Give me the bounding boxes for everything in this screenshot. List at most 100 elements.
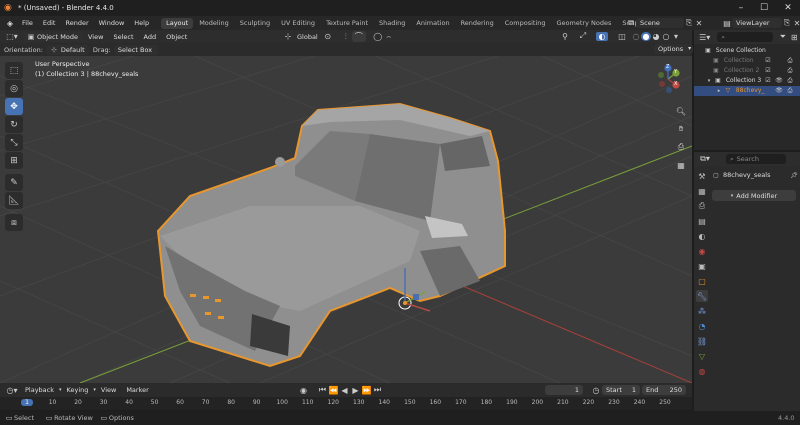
close-window-button[interactable]: ✕ [781,2,795,14]
timeline-editor-type-icon[interactable]: ◷▾ [4,386,20,395]
collection-tab-icon[interactable]: ▣ [696,260,708,272]
select-box-tool-icon[interactable]: ⬚ [5,62,23,79]
3d-viewport[interactable]: User Perspective (1) Collection 3 | 88ch… [0,56,692,383]
snap-icon[interactable]: ⫶ [340,32,352,42]
overlay-toggle-icon[interactable]: ◐ [596,31,608,41]
exclude-checkbox-icon[interactable]: ☑ [764,56,772,66]
world-tab-icon[interactable]: ◉ [696,245,708,257]
material-tab-icon[interactable]: ◍ [696,365,708,377]
tab-layout[interactable]: Layout [161,17,194,29]
add-cube-tool-icon[interactable]: ⧈ [5,214,23,231]
tab-texture-paint[interactable]: Texture Paint [321,18,373,29]
exclude-checkbox-icon[interactable]: ☑ [764,76,772,86]
visibility-eye-icon[interactable]: 👁︎ [775,86,783,96]
mode-dropdown[interactable]: ▣ Object Mode [23,31,83,42]
menu-help[interactable]: Help [129,16,154,30]
scene-selector[interactable]: ⧉ Scene ⎘ ✕ [626,18,704,28]
tool-tab-icon[interactable]: ⚒ [696,170,708,182]
expand-chevron-icon[interactable]: ▾ [706,76,712,86]
play-icon[interactable]: ▶ [350,386,361,395]
preview-range-icon[interactable]: ◷ [591,386,601,395]
outliner-item-collection-2[interactable]: ▣ Collection 2 ☑ ⎙ [694,66,800,76]
outliner-filter-icon[interactable]: ⏷ [777,32,788,42]
autokey-icon[interactable]: ◉ [298,386,309,395]
viewport-menu-view[interactable]: View [83,30,108,44]
render-camera-icon[interactable]: ⎙ [786,76,794,86]
next-keyframe-icon[interactable]: ⏩ [361,386,372,395]
end-frame-field[interactable]: End 250 [642,385,686,395]
cursor-tool-icon[interactable]: ◎ [5,80,23,97]
new-collection-icon[interactable]: ⊞ [789,33,800,42]
menu-render[interactable]: Render [60,16,93,30]
snap-target-icon[interactable]: ⌒ [351,31,366,42]
falloff-icon[interactable]: ⌢ [384,32,394,42]
start-frame-field[interactable]: Start 1 [602,385,640,395]
jump-end-icon[interactable]: ⏭ [372,385,383,395]
frame-ruler[interactable]: 1 10 20 30 40 50 60 70 80 90 100 110 120 130 140 150 160… [0,397,692,410]
outliner-item-collection-3[interactable]: ▾ ▣ Collection 3 ☑ 👁︎ ⎙ [694,76,800,86]
timeline-menu-playback[interactable]: Playback [20,383,59,397]
transform-tool-icon[interactable]: ⊞ [5,152,23,169]
render-camera-icon[interactable]: ⎙ [786,56,794,66]
play-reverse-icon[interactable]: ◀ [339,386,350,395]
render-camera-icon[interactable]: ⎙ [786,86,794,96]
scene-delete-icon[interactable]: ✕ [694,19,704,28]
object-tab-icon[interactable]: ▢ [696,275,708,287]
viewport-menu-object[interactable]: Object [161,30,192,44]
object-visibility-icon[interactable]: ⚲ [558,32,572,41]
pan-hand-icon[interactable]: ✋︎ [674,122,688,136]
orientation-dropdown[interactable]: ⊹ Default [45,44,89,55]
constraints-tab-icon[interactable]: ⛓︎ [696,335,708,347]
outliner-item-collection[interactable]: ▣ Collection ☑ ⎙ [694,56,800,66]
outliner-editor-type-icon[interactable]: ☰▾ [698,33,711,42]
render-camera-icon[interactable]: ⎙ [786,66,794,76]
blender-menu-icon[interactable]: ◈ [3,19,17,28]
visibility-eye-icon[interactable]: 👁︎ [775,76,783,86]
modifier-tab-icon[interactable]: 🔧︎ [696,290,708,302]
zoom-icon[interactable]: 🔍︎ [674,104,688,118]
minimize-button[interactable]: – [734,2,748,14]
collapse-chevron-icon[interactable]: ▸ [716,86,722,96]
tab-modeling[interactable]: Modeling [194,18,234,29]
maximize-button[interactable]: ☐ [757,2,771,14]
scene-name-field[interactable]: Scene [636,18,684,28]
outliner-search-field[interactable]: ⌕ [717,32,774,42]
viewport-menu-add[interactable]: Add [139,30,162,44]
pivot-icon[interactable]: ⊙ [322,32,334,41]
viewlayer-name-field[interactable]: ViewLayer [732,18,782,28]
annotate-tool-icon[interactable]: ✎ [5,174,23,191]
menu-window[interactable]: Window [94,16,130,30]
timeline-menu-keying[interactable]: Keying [62,383,94,397]
proportional-edit-icon[interactable]: ◯ [372,32,384,41]
exclude-checkbox-icon[interactable]: ☑ [764,66,772,76]
navigation-gizmo[interactable]: X Y Z [653,64,683,94]
tab-rendering[interactable]: Rendering [456,18,499,29]
tab-animation[interactable]: Animation [411,18,454,29]
move-tool-icon[interactable]: ✥ [5,98,23,115]
timeline-menu-view[interactable]: View [96,383,121,397]
particles-tab-icon[interactable]: ⁂ [696,305,708,317]
shading-material-icon[interactable]: ◕ [651,32,661,41]
viewport-menu-select[interactable]: Select [108,30,138,44]
measure-tool-icon[interactable]: 📐︎ [5,192,23,209]
transform-orientation-dropdown[interactable]: Global [293,32,322,42]
shading-rendered-icon[interactable]: ○ [661,32,671,41]
shading-wireframe-icon[interactable]: ◌ [631,32,641,41]
physics-tab-icon[interactable]: ◔ [696,320,708,332]
view-layer-tab-icon[interactable]: ▤ [696,215,708,227]
viewlayer-delete-icon[interactable]: ✕ [792,19,800,28]
viewlayer-copy-icon[interactable]: ⎘ [782,18,792,28]
timeline-menu-marker[interactable]: Marker [121,383,153,397]
options-dropdown[interactable]: Options ▾ [654,44,694,54]
output-tab-icon[interactable]: ⎙ [696,200,708,212]
camera-view-icon[interactable]: ⎙ [674,140,688,154]
editor-type-icon[interactable]: ⬚▾ [3,32,21,41]
viewlayer-selector[interactable]: ▤ ViewLayer ⎘ ✕ [722,18,800,28]
xray-toggle-icon[interactable]: ◫ [616,32,628,41]
tab-compositing[interactable]: Compositing [500,18,551,29]
properties-search-field[interactable]: ⌕ Search [726,154,786,164]
viewport-gizmo-toggle-icon[interactable]: ⤢ [576,31,590,41]
pin-icon[interactable]: 📌︎ [790,172,798,179]
drag-dropdown[interactable]: Select Box [113,44,158,55]
perspective-toggle-icon[interactable]: ▦ [674,158,688,172]
